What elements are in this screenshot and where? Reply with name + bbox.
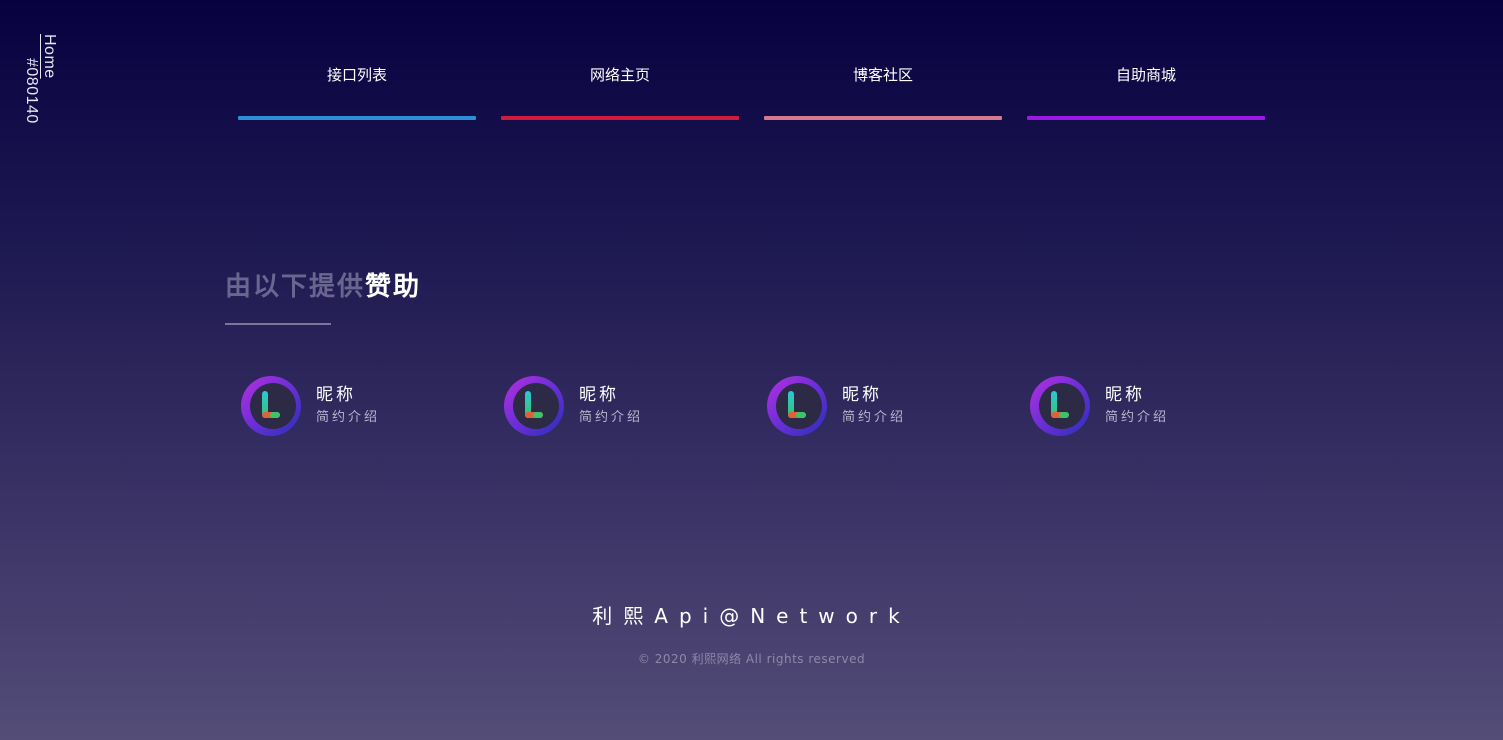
- sponsor-card-text: 昵称 简约介绍: [316, 384, 380, 428]
- footer-brand: 利熙Api@Network: [592, 604, 911, 628]
- sponsor-card[interactable]: 昵称 简约介绍: [766, 375, 1029, 437]
- sponsor-intro: 简约介绍: [316, 410, 381, 425]
- nav-item-label: 自助商城: [1115, 66, 1176, 84]
- nav-underline-bar: [238, 116, 476, 120]
- sponsor-nickname: 昵称: [316, 385, 356, 405]
- L-logo-icon: [241, 376, 301, 436]
- nav-item-label: 网络主页: [589, 66, 650, 84]
- sponsor-card[interactable]: 昵称 简约介绍: [503, 375, 766, 437]
- nav-underline-bar: [501, 116, 739, 120]
- sponsor-card-text: 昵称 简约介绍: [842, 384, 906, 428]
- nav-underline-bar: [764, 116, 1002, 120]
- sponsor-card[interactable]: 昵称 简约介绍: [240, 375, 503, 437]
- sponsor-card-text: 昵称 简约介绍: [1105, 384, 1169, 428]
- nav-item-label: 接口列表: [326, 66, 387, 84]
- color-code-label: #080140: [23, 58, 40, 124]
- sponsor-heading-strong: 赞助: [365, 272, 422, 302]
- L-logo-icon: [767, 376, 827, 436]
- sponsor-intro: 简约介绍: [842, 410, 907, 425]
- nav-item-blog-community[interactable]: 博客社区: [764, 62, 1002, 120]
- sponsor-card[interactable]: 昵称 简约介绍: [1029, 375, 1292, 437]
- sponsor-intro: 简约介绍: [1105, 410, 1170, 425]
- sponsor-nickname: 昵称: [842, 385, 882, 405]
- sponsor-card-text: 昵称 简约介绍: [579, 384, 643, 428]
- nav-underline-bar: [1027, 116, 1265, 120]
- side-vertical-labels: Home #080140: [22, 34, 58, 124]
- top-nav: 接口列表 网络主页 博客社区 自助商城: [238, 62, 1265, 120]
- sponsor-heading: 由以下提供赞助: [225, 266, 421, 303]
- nav-item-api-list[interactable]: 接口列表: [238, 62, 476, 120]
- footer-copyright: © 2020 利熙网络 All rights reserved: [637, 652, 866, 666]
- sponsor-nickname: 昵称: [1105, 385, 1145, 405]
- nav-item-network-home[interactable]: 网络主页: [501, 62, 739, 120]
- sponsor-heading-divider: [225, 323, 331, 325]
- sponsor-intro: 简约介绍: [579, 410, 644, 425]
- nav-item-self-service-shop[interactable]: 自助商城: [1027, 62, 1265, 120]
- sponsor-card-list: 昵称 简约介绍 昵称 简约介绍 昵称 简约介绍 昵称 简约介绍: [240, 375, 1292, 437]
- L-logo-icon: [504, 376, 564, 436]
- sponsor-nickname: 昵称: [579, 385, 619, 405]
- nav-item-label: 博客社区: [852, 66, 913, 84]
- sponsor-heading-muted: 由以下提供: [225, 272, 366, 302]
- L-logo-icon: [1030, 376, 1090, 436]
- home-link[interactable]: Home: [40, 34, 58, 124]
